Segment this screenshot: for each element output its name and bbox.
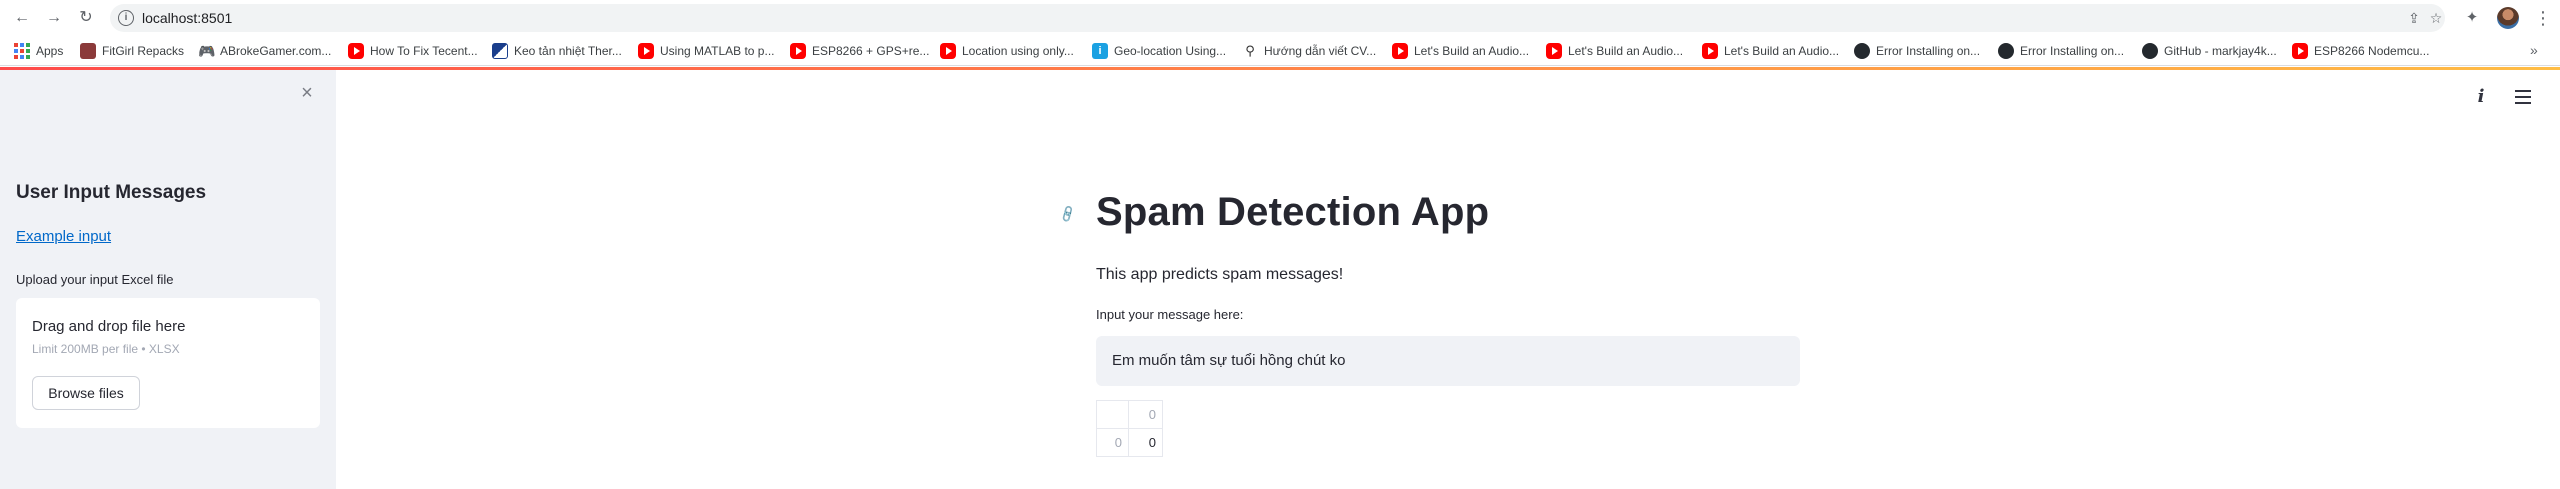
back-arrow-icon[interactable]: ←	[12, 8, 32, 28]
bookmark-label: GitHub - markjay4k...	[2164, 44, 2277, 58]
geo-favicon-icon: i	[1092, 43, 1108, 59]
profile-avatar[interactable]	[2497, 7, 2519, 29]
bookmark-label: ESP8266 Nodemcu...	[2314, 44, 2430, 58]
sidebar-heading: User Input Messages	[16, 182, 207, 203]
bookmark-item[interactable]: Error Installing on...	[1998, 42, 2124, 60]
bookmark-item[interactable]: Keo tản nhiệt Ther...	[492, 42, 622, 60]
bookmark-label: Location using only...	[962, 44, 1074, 58]
youtube-icon	[1546, 43, 1562, 59]
bookmark-item[interactable]: i Geo-location Using...	[1092, 42, 1226, 60]
youtube-icon	[790, 43, 806, 59]
bookmark-item[interactable]: GitHub - markjay4k...	[2142, 42, 2277, 60]
bookmark-item[interactable]: Using MATLAB to p...	[638, 42, 775, 60]
youtube-icon	[348, 43, 364, 59]
bookmark-item[interactable]: Location using only...	[940, 42, 1074, 60]
github-icon	[2142, 43, 2158, 59]
page-title: Spam Detection App	[1096, 190, 1490, 234]
github-icon	[1998, 43, 2014, 59]
message-input-label: Input your message here:	[1096, 307, 1244, 322]
bookmark-label: Keo tản nhiệt Ther...	[514, 44, 622, 58]
youtube-icon	[940, 43, 956, 59]
flag-favicon-icon	[492, 43, 508, 59]
youtube-icon	[638, 43, 654, 59]
github-icon	[1854, 43, 1870, 59]
share-icon[interactable]: ⇪	[2406, 10, 2422, 26]
app-decoration-bar	[0, 67, 2560, 70]
bookmark-label: ABrokeGamer.com...	[220, 44, 332, 58]
bookmark-item[interactable]: 🎮 ABrokeGamer.com...	[198, 42, 331, 60]
bookmark-star-icon[interactable]: ☆	[2428, 10, 2444, 26]
link-anchor-icon[interactable]: 🔗	[1058, 204, 1078, 224]
forward-arrow-icon[interactable]: →	[44, 8, 64, 28]
bookmark-item[interactable]: Let's Build an Audio...	[1392, 42, 1529, 60]
youtube-icon	[2292, 43, 2308, 59]
dataframe-value-cell[interactable]: 0	[1128, 428, 1163, 457]
more-bookmarks-chevron-icon[interactable]: »	[2530, 42, 2538, 58]
example-input-link[interactable]: Example input	[16, 228, 111, 245]
close-sidebar-icon[interactable]: ×	[298, 83, 316, 103]
extensions-puzzle-icon[interactable]: ✦	[2463, 9, 2481, 27]
bookmark-label: Error Installing on...	[1876, 44, 1981, 58]
gamepad-icon: 🎮	[198, 43, 216, 59]
bookmark-label: Using MATLAB to p...	[660, 44, 775, 58]
bookmark-label: Let's Build an Audio...	[1568, 44, 1684, 58]
sidebar: × User Input Messages Example input Uplo…	[0, 70, 336, 489]
bookmarks-bar: Apps FitGirl Repacks 🎮 ABrokeGamer.com..…	[0, 36, 2560, 66]
bookmark-item[interactable]: Error Installing on...	[1854, 42, 1980, 60]
bookmark-label: Let's Build an Audio...	[1724, 44, 1840, 58]
site-info-icon[interactable]: i	[118, 10, 134, 26]
bookmark-label: Hướng dẫn viết CV...	[1264, 44, 1377, 58]
bookmark-item[interactable]: Let's Build an Audio...	[1546, 42, 1683, 60]
hamburger-menu-icon[interactable]	[2512, 86, 2534, 108]
message-input[interactable]: Em muốn tâm sự tuổi hồng chút ko	[1096, 336, 1800, 386]
bookmark-apps[interactable]: Apps	[14, 42, 63, 60]
youtube-icon	[1392, 43, 1408, 59]
browse-files-button[interactable]: Browse files	[32, 376, 140, 410]
page-subtitle: This app predicts spam messages!	[1096, 266, 1344, 283]
bookmark-item[interactable]: FitGirl Repacks	[80, 42, 184, 60]
address-bar[interactable]: i localhost:8501 ⇪ ☆	[110, 4, 2445, 32]
url-text[interactable]: localhost:8501	[142, 10, 232, 26]
pin-icon: ⚲	[1245, 43, 1255, 58]
dropzone-title: Drag and drop file here	[32, 318, 186, 335]
bookmark-item[interactable]: ⚲ Hướng dẫn viết CV...	[1242, 42, 1376, 60]
dataframe-index-cell: 0	[1096, 428, 1129, 457]
browser-menu-icon[interactable]: ⋮	[2534, 8, 2552, 28]
bookmark-item[interactable]: ESP8266 + GPS+re...	[790, 42, 929, 60]
bookmark-item[interactable]: Let's Build an Audio...	[1702, 42, 1839, 60]
browser-toolbar: ← → ↻ i localhost:8501 ⇪ ☆ ✦ ⋮	[0, 0, 2560, 36]
bookmark-label: Geo-location Using...	[1114, 44, 1227, 58]
dataframe-header-row: 0	[1096, 400, 1163, 429]
prediction-dataframe: 0 0 0	[1096, 400, 1163, 457]
bookmark-label: Let's Build an Audio...	[1414, 44, 1530, 58]
apps-grid-icon	[14, 43, 30, 59]
file-dropzone[interactable]: Drag and drop file here Limit 200MB per …	[16, 298, 320, 428]
fitgirl-favicon-icon	[80, 43, 96, 59]
bookmark-item[interactable]: ESP8266 Nodemcu...	[2292, 42, 2429, 60]
reload-icon[interactable]: ↻	[76, 8, 96, 28]
bookmark-label: Error Installing on...	[2020, 44, 2125, 58]
bookmark-label: FitGirl Repacks	[102, 44, 185, 58]
upload-label: Upload your input Excel file	[16, 272, 174, 287]
youtube-icon	[1702, 43, 1718, 59]
bookmark-label: ESP8266 + GPS+re...	[812, 44, 930, 58]
bookmark-item[interactable]: How To Fix Tecent...	[348, 42, 478, 60]
dropzone-limit: Limit 200MB per file • XLSX	[32, 342, 180, 356]
dataframe-column-header[interactable]: 0	[1128, 400, 1163, 429]
bookmark-label: Apps	[36, 44, 64, 58]
table-row: 0 0	[1096, 428, 1163, 457]
dataframe-corner-cell	[1096, 400, 1129, 429]
bookmark-label: How To Fix Tecent...	[370, 44, 478, 58]
info-icon[interactable]: i	[2470, 86, 2492, 108]
